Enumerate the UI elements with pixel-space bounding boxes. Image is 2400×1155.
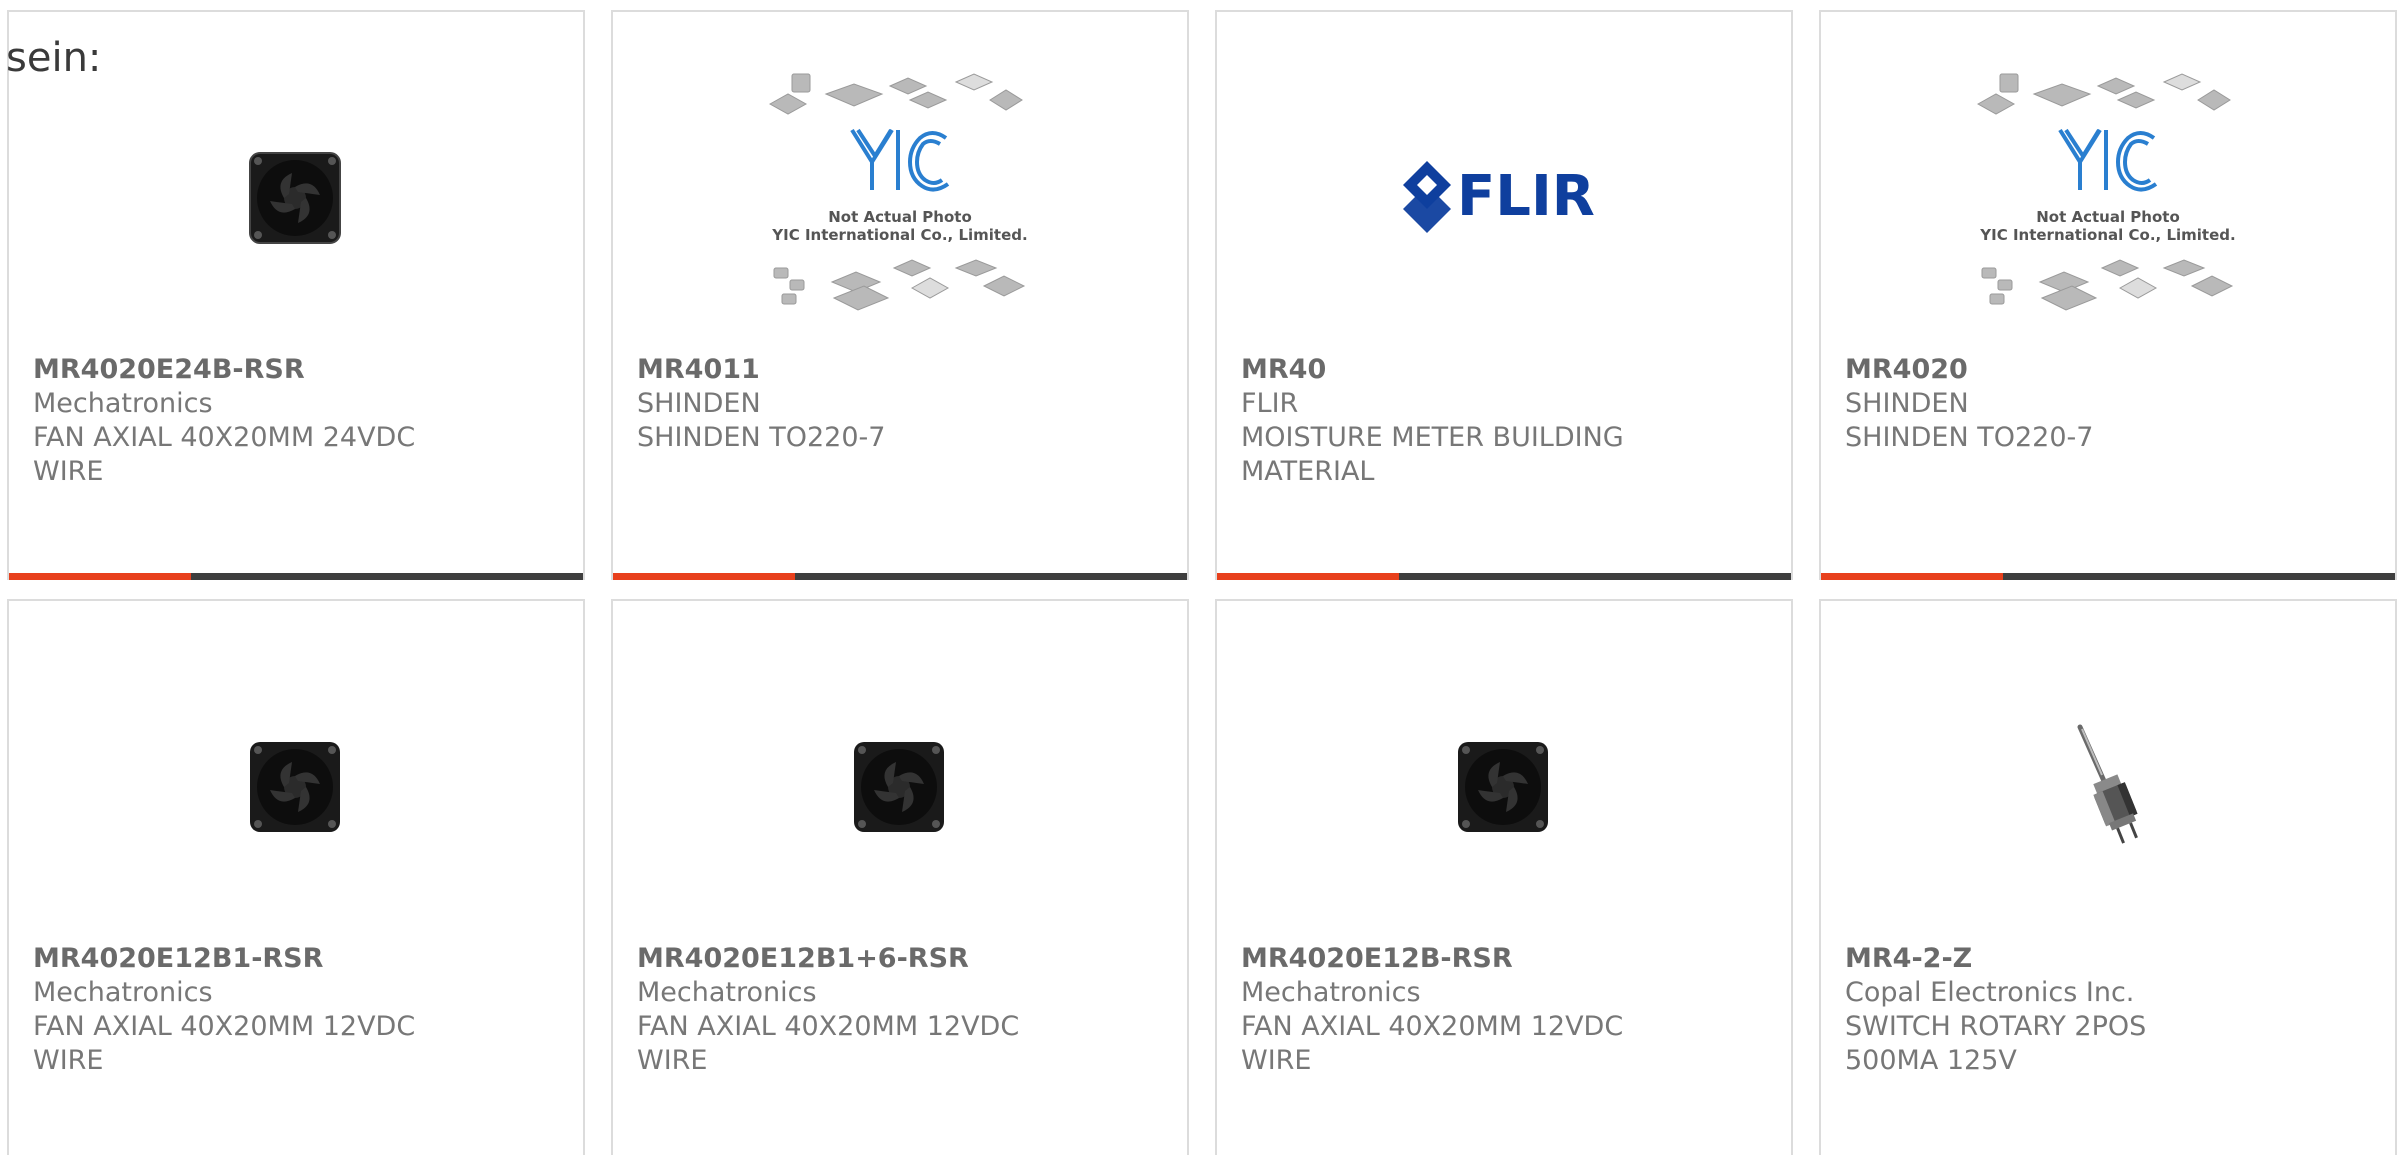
fan-icon — [250, 742, 340, 832]
part-number[interactable]: MR4020 — [1845, 353, 2371, 387]
product-card[interactable]: MR4020E12B1+6-RSR Mechatronics FAN AXIAL… — [611, 599, 1189, 1155]
product-card[interactable]: MR4020E12B-RSR Mechatronics FAN AXIAL 40… — [1215, 599, 1793, 1155]
product-image[interactable] — [613, 631, 1187, 941]
product-card[interactable]: FLIR MR40 FLIR MOISTURE METER BUILDING M… — [1215, 10, 1793, 580]
manufacturer: SHINDEN — [637, 388, 761, 419]
description: SWITCH ROTARY 2POS 500MA 125V — [1845, 1011, 2147, 1076]
part-number[interactable]: MR4020E12B1-RSR — [33, 942, 559, 976]
card-bar-accent — [1821, 573, 2003, 580]
part-number[interactable]: MR4020E12B-RSR — [1241, 942, 1767, 976]
manufacturer: SHINDEN — [1845, 388, 1969, 419]
description: FAN AXIAL 40X20MM 12VDC WIRE — [1241, 1011, 1624, 1076]
manufacturer: Copal Electronics Inc. — [1845, 977, 2135, 1008]
product-card[interactable]: MR4020E12B1-RSR Mechatronics FAN AXIAL 4… — [7, 599, 585, 1155]
section-heading: sein: — [6, 35, 102, 81]
rotary-switch-icon — [2077, 724, 2138, 844]
product-image[interactable]: Not Actual Photo YIC International Co., … — [1821, 42, 2395, 352]
product-card[interactable]: Not Actual Photo YIC International Co., … — [611, 10, 1189, 580]
product-image[interactable] — [9, 631, 583, 941]
part-number[interactable]: MR4020E24B-RSR — [33, 353, 559, 387]
image-caption-2: YIC International Co., Limited. — [771, 226, 1027, 244]
product-image[interactable]: Not Actual Photo YIC International Co., … — [613, 42, 1187, 352]
product-info: MR40 FLIR MOISTURE METER BUILDING MATERI… — [1241, 353, 1767, 489]
description: FAN AXIAL 40X20MM 12VDC WIRE — [637, 1011, 1020, 1076]
description: FAN AXIAL 40X20MM 24VDC WIRE — [33, 422, 416, 487]
yic-placeholder-image: Not Actual Photo YIC International Co., … — [1976, 73, 2236, 311]
description: SHINDEN TO220-7 — [1845, 422, 2094, 453]
manufacturer: Mechatronics — [637, 977, 817, 1008]
card-bottom-bar — [613, 573, 1187, 580]
part-number[interactable]: MR4011 — [637, 353, 1163, 387]
product-info: MR4020E12B-RSR Mechatronics FAN AXIAL 40… — [1241, 942, 1767, 1078]
product-card[interactable]: MR4020E24B-RSR Mechatronics FAN AXIAL 40… — [7, 10, 585, 580]
card-bottom-bar — [1217, 573, 1791, 580]
card-bottom-bar — [1821, 573, 2395, 580]
yic-placeholder-image: Not Actual Photo YIC International Co., … — [768, 73, 1028, 311]
image-caption-2: YIC International Co., Limited. — [1979, 226, 2235, 244]
product-info: MR4020 SHINDEN SHINDEN TO220-7 — [1845, 353, 2371, 455]
product-info: MR4020E24B-RSR Mechatronics FAN AXIAL 40… — [33, 353, 559, 489]
fan-icon — [854, 742, 944, 832]
manufacturer: Mechatronics — [1241, 977, 1421, 1008]
card-bottom-bar — [9, 573, 583, 580]
product-grid-page: sein: MR4020E24B-RSR Mechatronics FAN AX… — [0, 0, 2400, 1155]
product-image[interactable]: FLIR — [1217, 42, 1791, 352]
product-info: MR4020E12B1-RSR Mechatronics FAN AXIAL 4… — [33, 942, 559, 1078]
manufacturer: Mechatronics — [33, 388, 213, 419]
card-bar-accent — [1217, 573, 1399, 580]
product-info: MR4011 SHINDEN SHINDEN TO220-7 — [637, 353, 1163, 455]
product-info: MR4-2-Z Copal Electronics Inc. SWITCH RO… — [1845, 942, 2371, 1078]
fan-icon — [249, 152, 341, 244]
product-image[interactable] — [1821, 631, 2395, 941]
manufacturer: FLIR — [1241, 388, 1299, 419]
fan-icon — [1458, 742, 1548, 832]
card-bar-accent — [613, 573, 795, 580]
description: MOISTURE METER BUILDING MATERIAL — [1241, 422, 1624, 487]
manufacturer: Mechatronics — [33, 977, 213, 1008]
description: SHINDEN TO220-7 — [637, 422, 886, 453]
image-caption-1: Not Actual Photo — [828, 208, 972, 226]
card-bar-accent — [9, 573, 191, 580]
image-caption-1: Not Actual Photo — [2036, 208, 2180, 226]
part-number[interactable]: MR4020E12B1+6-RSR — [637, 942, 1163, 976]
product-info: MR4020E12B1+6-RSR Mechatronics FAN AXIAL… — [637, 942, 1163, 1078]
flir-logo: FLIR — [1403, 161, 1595, 233]
product-image[interactable] — [9, 42, 583, 352]
part-number[interactable]: MR4-2-Z — [1845, 942, 2371, 976]
product-card[interactable]: MR4-2-Z Copal Electronics Inc. SWITCH RO… — [1819, 599, 2397, 1155]
part-number[interactable]: MR40 — [1241, 353, 1767, 387]
product-card[interactable]: Not Actual Photo YIC International Co., … — [1819, 10, 2397, 580]
description: FAN AXIAL 40X20MM 12VDC WIRE — [33, 1011, 416, 1076]
flir-logo-text: FLIR — [1457, 164, 1595, 229]
product-image[interactable] — [1217, 631, 1791, 941]
